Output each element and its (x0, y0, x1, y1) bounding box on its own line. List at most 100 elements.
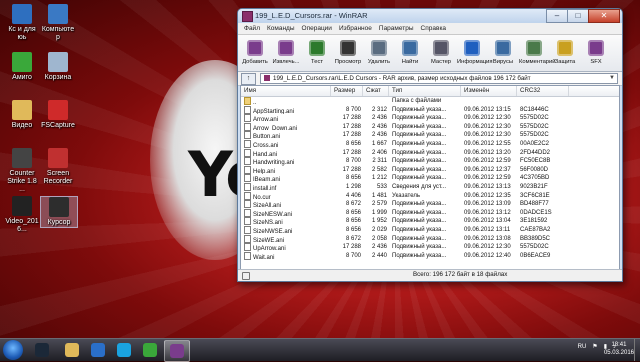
file-row[interactable]: IBeam.ani 8 656 1 212 Подвижный указа... 09.… (241, 174, 619, 183)
file-row[interactable]: Help.ani 17 288 2 582 Подвижный указа... 09.… (241, 165, 619, 174)
file-row[interactable]: Hand.ani 17 288 2 406 Подвижный указа... 09.… (241, 148, 619, 157)
file-cell-size: 1 298 (345, 183, 361, 190)
cs-icon (12, 148, 32, 168)
taskbar-media-button[interactable] (86, 340, 110, 360)
file-cell-modified: 09.06.2012 13:15 (464, 106, 511, 113)
archive-icon (264, 75, 270, 81)
file-list[interactable]: Имя Размер Сжат Тип Изменён CRC32 .. Папк… (240, 85, 620, 271)
close-button[interactable]: ✕ (588, 9, 620, 23)
clock[interactable]: 18:41 05.03.2016 (604, 341, 634, 357)
file-cell-type: Подвижный указа... (392, 218, 447, 225)
show-desktop-button[interactable] (634, 339, 640, 361)
toolbar-button-delete[interactable]: Удалить (364, 35, 394, 71)
desktop-icon-video2016[interactable]: Video_2016... (4, 196, 40, 234)
file-row[interactable]: Handwriting.ani 8 700 2 311 Подвижный указа… (241, 157, 619, 166)
file-cell-crc: 0B6EACE9 (520, 252, 551, 259)
skype-icon (117, 343, 131, 357)
menu-favorites[interactable]: Избранное (336, 23, 376, 34)
file-row[interactable]: install.inf 1 298 533 Сведения для уст... 09… (241, 182, 619, 192)
file-row[interactable]: Button.ani 17 288 2 436 Подвижный указа... 0… (241, 131, 619, 140)
toolbar-button-sfx[interactable]: SFX (581, 35, 611, 71)
desktop-icon-label: Counter Strike 1.8 ... (7, 170, 37, 193)
maximize-button[interactable]: □ (567, 9, 589, 23)
menu-operations[interactable]: Операции (299, 23, 336, 34)
file-row[interactable]: SizeNS.ani 8 656 1 952 Подвижный указа... 09… (241, 217, 619, 226)
file-icon (244, 217, 251, 226)
desktop-icon-fscapture[interactable]: FSCapture (40, 100, 76, 130)
file-cell-name: .. (241, 97, 331, 106)
up-folder-button[interactable]: ↑ (241, 72, 256, 85)
file-cell-name: install.inf (241, 182, 331, 192)
file-row[interactable]: AppStarting.ani 8 700 2 312 Подвижный указа… (241, 105, 619, 114)
desktop-icon-kursor[interactable]: Курсор (40, 196, 78, 228)
file-row[interactable]: Arrow.ani 17 288 2 436 Подвижный указа... 09… (241, 114, 619, 123)
file-cell-size: 8 656 (345, 218, 361, 225)
menu-bar: Файл Команды Операции Избранное Параметр… (238, 23, 622, 35)
menu-file[interactable]: Файл (241, 23, 264, 34)
file-cell-packed: 2 311 (372, 158, 387, 165)
language-indicator[interactable]: RU (578, 344, 587, 350)
file-cell-crc: 4C3705BD (520, 175, 550, 182)
desktop-icon-kompyuter[interactable]: Компьютер (40, 4, 76, 42)
window-titlebar[interactable]: 199_L.E.D_Cursors.rar - WinRAR – □ ✕ (238, 9, 622, 23)
file-cell-size: 17 288 (342, 166, 361, 173)
file-cell-name: IBeam.ani (241, 174, 331, 183)
amigo-icon (12, 52, 32, 72)
chevron-down-icon[interactable]: ▼ (609, 74, 615, 83)
desktop-icon-computer[interactable]: Кс и для юь (4, 4, 40, 42)
file-row[interactable]: SizeNESW.ani 8 656 1 999 Подвижный указа...… (241, 208, 619, 217)
toolbar-button-label: Найти (401, 59, 419, 65)
column-modified[interactable]: Изменён (461, 86, 517, 96)
file-row[interactable]: UpArrow.ani 17 288 2 436 Подвижный указа...… (241, 243, 619, 252)
file-cell-name: Button.ani (241, 131, 331, 140)
file-row[interactable]: SizeNWSE.ani 8 656 2 029 Подвижный указа...… (241, 225, 619, 235)
taskbar-skype-button[interactable] (112, 340, 136, 360)
taskbar-amigo-button[interactable] (138, 340, 162, 360)
file-row[interactable]: SizeWE.ani 8 672 2 058 Подвижный указа... 09… (241, 234, 619, 243)
toolbar-button-find[interactable]: Найти (395, 35, 425, 71)
menu-commands[interactable]: Команды (264, 23, 299, 34)
toolbar-button-info[interactable]: Информация (457, 35, 493, 71)
toolbar-button-comment[interactable]: Комментарий (519, 35, 556, 71)
file-cell-modified: 09.06.2012 13:13 (464, 183, 511, 190)
column-name[interactable]: Имя (241, 86, 331, 96)
file-row[interactable]: SizeAll.ani 8 672 2 579 Подвижный указа... 0… (241, 200, 619, 209)
taskbar-winrar-button[interactable] (164, 340, 190, 362)
menu-options[interactable]: Параметры (376, 23, 418, 34)
column-packed[interactable]: Сжат (363, 86, 389, 96)
file-cell-size: 8 700 (345, 252, 361, 259)
column-type[interactable]: Тип (389, 86, 461, 96)
toolbar-button-test[interactable]: Тест (302, 35, 332, 71)
toolbar-button-extract[interactable]: Извлечь... (271, 35, 301, 71)
column-crc32[interactable]: CRC32 (517, 86, 569, 96)
toolbar-button-view[interactable]: Просмотр (333, 35, 363, 71)
desktop-icon-cs[interactable]: Counter Strike 1.8 ... (4, 148, 40, 194)
file-cell-name: Help.ani (241, 165, 331, 174)
address-field[interactable]: 199_L.E.D_Cursors.rar\L.E.D Cursors - RA… (260, 73, 618, 84)
toolbar-button-wizard[interactable]: Мастер (426, 35, 456, 71)
column-size[interactable]: Размер (331, 86, 363, 96)
toolbar-button-protect[interactable]: Защита (550, 35, 580, 71)
toolbar-button-add[interactable]: Добавить (240, 35, 270, 71)
desktop-icon-korzina[interactable]: Корзина (40, 52, 76, 82)
winrar-window[interactable]: 199_L.E.D_Cursors.rar - WinRAR – □ ✕ Фай… (237, 8, 623, 282)
flag-icon[interactable]: ⚑ (592, 343, 597, 350)
taskbar-explorer-button[interactable] (60, 340, 84, 360)
menu-help[interactable]: Справка (418, 23, 451, 34)
file-row[interactable]: .. Папка с файлами (241, 97, 619, 106)
desktop-icon-video[interactable]: Видео (4, 100, 40, 130)
taskbar-steam-button[interactable] (30, 340, 54, 360)
toolbar-button-virus[interactable]: Вирусы (488, 35, 518, 71)
file-row[interactable]: No.cur 4 406 1 481 Указатель 09.06.2012 12:3… (241, 191, 619, 200)
toolbar-button-label: Информация (457, 59, 493, 65)
file-cell-size: 17 288 (342, 132, 361, 139)
file-row[interactable]: Wait.ani 8 700 2 440 Подвижный указа... 09.0… (241, 251, 619, 260)
minimize-button[interactable]: – (546, 9, 568, 23)
file-cell-type: Подвижный указа... (392, 132, 447, 139)
file-row[interactable]: Arrow_Down.ani 17 288 2 436 Подвижный указа… (241, 122, 619, 131)
file-row[interactable]: Cross.ani 8 656 1 667 Подвижный указа... 09.… (241, 139, 619, 149)
desktop-icon-amigo[interactable]: Амиго (4, 52, 40, 82)
toolbar-button-label: Тест (311, 59, 323, 65)
desktop-icon-screenrec[interactable]: Screen Recorder (40, 148, 76, 186)
start-button[interactable] (3, 340, 23, 360)
